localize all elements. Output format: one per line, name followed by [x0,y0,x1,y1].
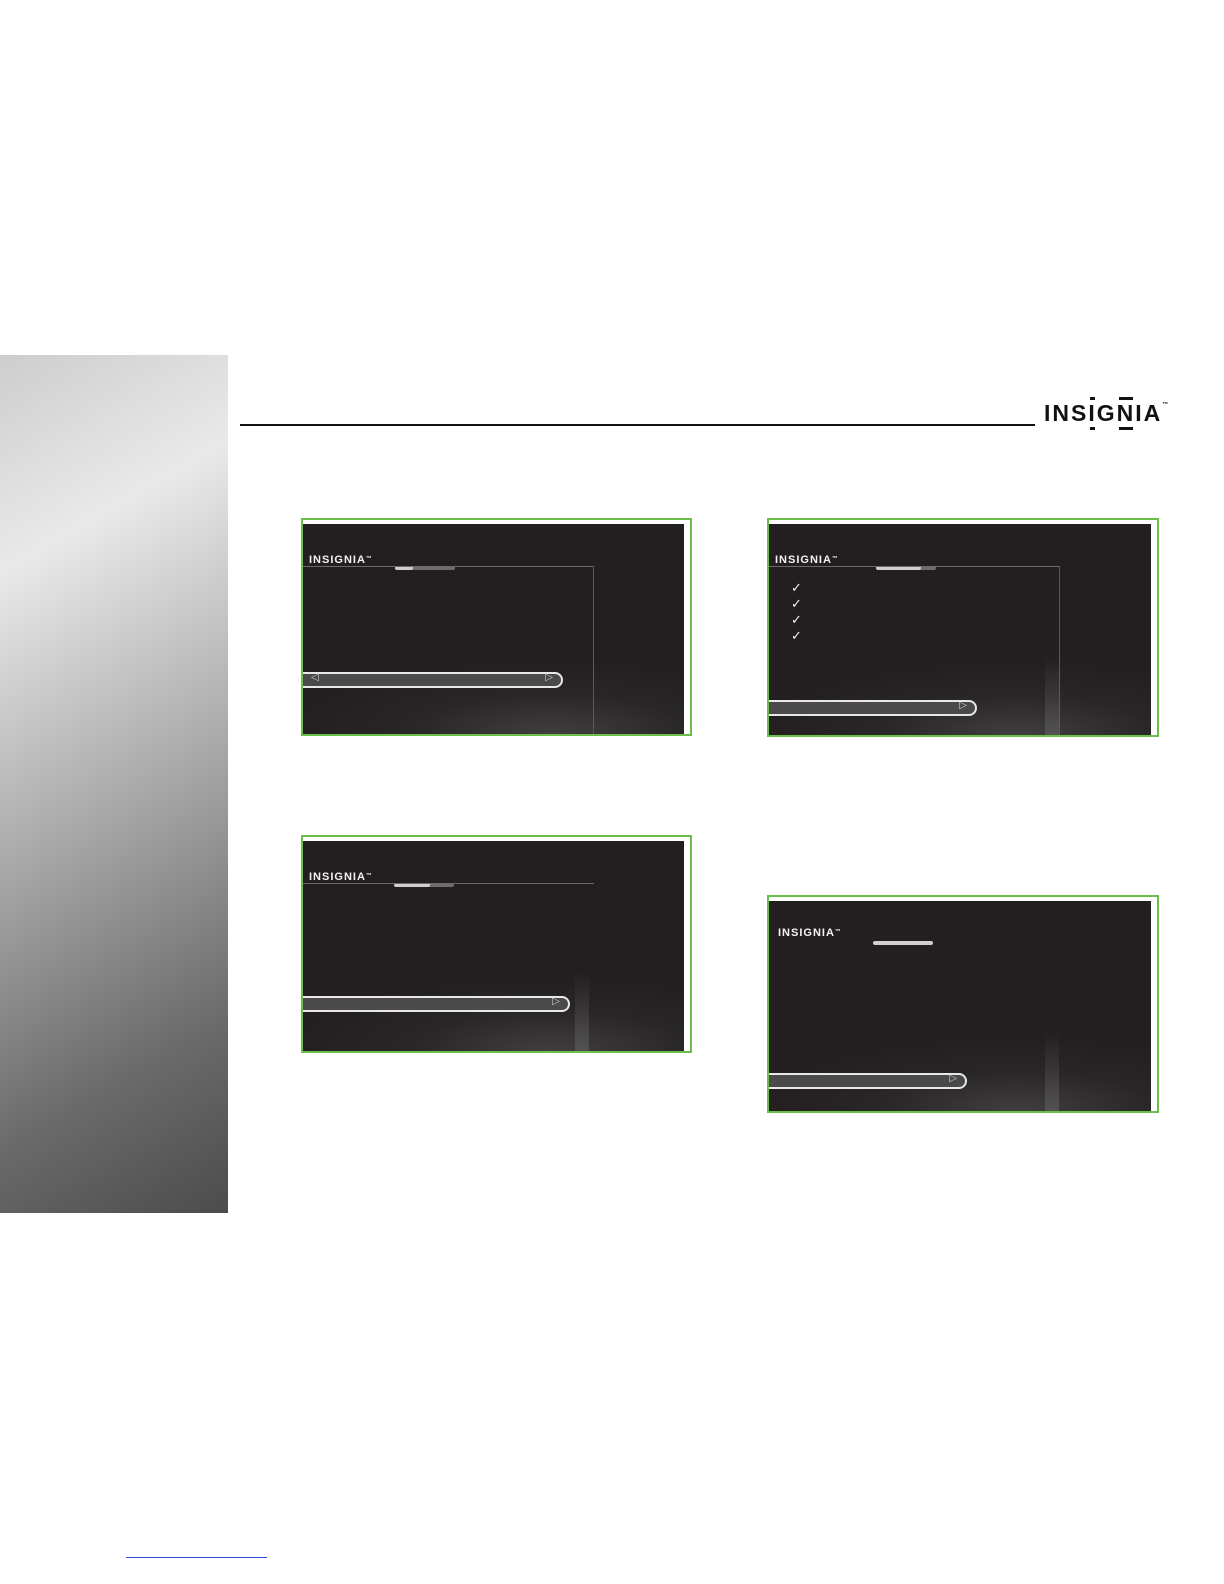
light-beam [1045,655,1059,735]
screenshot-3: INSIGNIA™ ▷ [301,835,692,1053]
panel-right-border [593,566,594,734]
tv-screen: INSIGNIA™ ◁ ▷ [303,524,684,734]
check-icon: ✓ [791,628,802,643]
check-icon: ✓ [791,580,802,595]
setup-progress-bar [873,941,933,945]
tv-screen: INSIGNIA™ ▷ [769,901,1151,1111]
light-beam [1045,1031,1059,1111]
header-rule [240,424,1035,426]
nav-bar[interactable]: ▷ [769,700,977,716]
panel-right-border [1059,566,1060,735]
tv-logo: INSIGNIA™ [775,554,838,566]
panel-top-border [769,566,1060,567]
screenshot-4: INSIGNIA™ ▷ [767,895,1159,1113]
page-side-gradient-tab [0,355,228,1213]
nav-bar[interactable]: ▷ [303,996,570,1012]
screenshot-1: INSIGNIA™ ◁ ▷ [301,518,692,736]
next-arrow-icon[interactable]: ▷ [959,700,967,712]
tv-logo: INSIGNIA™ [309,871,372,883]
light-beam [575,971,589,1051]
tv-screen: INSIGNIA™ ✓ ✓ ✓ ✓ ▷ [769,524,1151,735]
check-icon: ✓ [791,596,802,611]
footer-link-underline[interactable] [126,1557,267,1558]
tv-logo: INSIGNIA™ [778,927,841,939]
next-arrow-icon[interactable]: ▷ [552,996,560,1008]
screenshot-2: INSIGNIA™ ✓ ✓ ✓ ✓ ▷ [767,518,1159,737]
previous-arrow-icon[interactable]: ◁ [311,672,319,684]
check-icon: ✓ [791,612,802,627]
tv-screen: INSIGNIA™ ▷ [303,841,684,1051]
next-arrow-icon[interactable]: ▷ [545,672,553,684]
screen-glow [303,981,684,1051]
nav-bar[interactable]: ▷ [769,1073,967,1089]
next-arrow-icon[interactable]: ▷ [949,1073,957,1085]
brand-logo: INSIGNIA™ [1044,397,1169,430]
panel-top-border [303,883,594,884]
panel-top-border [303,566,594,567]
tv-logo: INSIGNIA™ [309,554,372,566]
nav-bar[interactable]: ◁ ▷ [303,672,563,688]
